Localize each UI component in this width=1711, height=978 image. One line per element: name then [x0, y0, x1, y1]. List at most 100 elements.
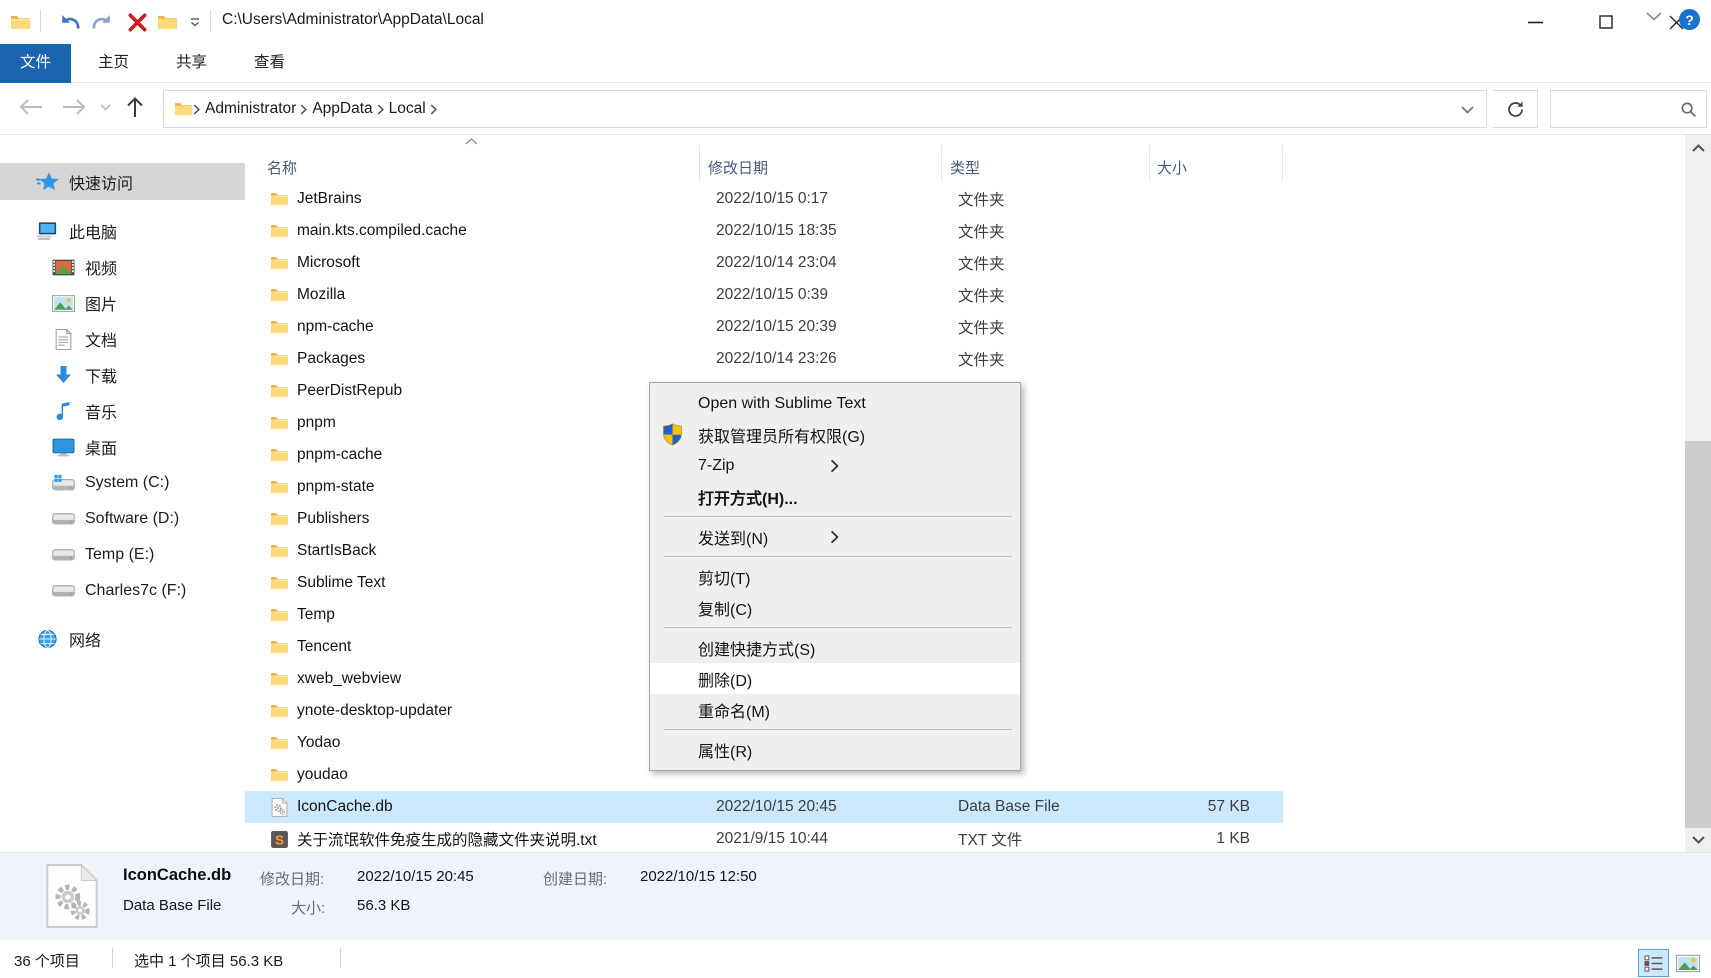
- file-name: youdao: [297, 766, 708, 784]
- sidebar-item-downloads[interactable]: 下载: [0, 357, 245, 393]
- menu-item-rename[interactable]: 重命名(M): [650, 694, 1020, 725]
- breadcrumb-item[interactable]: Local: [385, 100, 430, 118]
- menu-item-label: 剪切(T): [698, 565, 750, 589]
- details-view-button[interactable]: [1638, 949, 1669, 977]
- ribbon-collapse-chevron-icon[interactable]: [1646, 12, 1662, 21]
- column-header-type[interactable]: 类型: [942, 145, 1150, 181]
- details-size-value: 56.3 KB: [357, 897, 410, 914]
- forward-icon[interactable]: [62, 98, 87, 116]
- sidebar-item-drive-e[interactable]: Temp (E:): [0, 537, 245, 573]
- breadcrumb-item[interactable]: Administrator: [201, 100, 300, 118]
- tab-home[interactable]: 主页: [78, 44, 149, 83]
- toolbar-divider: [40, 10, 41, 32]
- sidebar-item-documents[interactable]: 文档: [0, 321, 245, 357]
- help-icon[interactable]: ?: [1679, 9, 1700, 30]
- title-bar: C:\Users\Administrator\AppData\Local: [0, 0, 1711, 44]
- details-view-icon: [1644, 955, 1664, 972]
- file-row[interactable]: main.kts.compiled.cache2022/10/15 18:35文…: [245, 215, 1283, 247]
- sidebar-item-label: 视频: [85, 255, 117, 279]
- recent-locations-chevron-icon[interactable]: [100, 104, 111, 111]
- menu-item-7-zip[interactable]: 7-Zip: [650, 450, 1020, 481]
- scroll-down-icon[interactable]: [1685, 827, 1711, 852]
- maximize-button[interactable]: [1582, 0, 1629, 44]
- file-row[interactable]: Packages2022/10/14 23:26文件夹: [245, 343, 1283, 375]
- up-icon[interactable]: [126, 96, 144, 118]
- sidebar-item-drive-c[interactable]: System (C:): [0, 465, 245, 501]
- sidebar-item-this-pc[interactable]: 此电脑: [0, 213, 245, 249]
- file-row[interactable]: npm-cache2022/10/15 20:39文件夹: [245, 311, 1283, 343]
- sidebar-item-label: 音乐: [85, 399, 117, 423]
- column-header-size[interactable]: 大小: [1150, 145, 1283, 181]
- folder-icon: [270, 511, 289, 527]
- videos-icon: [52, 259, 75, 276]
- file-type: 文件夹: [950, 252, 1158, 274]
- tab-share[interactable]: 共享: [156, 44, 227, 83]
- desktop-icon: [52, 438, 75, 457]
- menu-item-properties[interactable]: 属性(R): [650, 734, 1020, 765]
- sidebar-item-label: 文档: [85, 327, 117, 351]
- search-icon[interactable]: [1680, 101, 1697, 118]
- details-created-label: 创建日期:: [543, 868, 607, 889]
- menu-item-copy[interactable]: 复制(C): [650, 592, 1020, 623]
- redo-icon[interactable]: [88, 7, 116, 37]
- folder-icon: [270, 447, 289, 463]
- toolbar-divider: [210, 10, 211, 32]
- tab-view[interactable]: 查看: [234, 44, 305, 83]
- sidebar-item-pictures[interactable]: 图片: [0, 285, 245, 321]
- sidebar-item-videos[interactable]: 视频: [0, 249, 245, 285]
- this-pc-icon: [36, 221, 59, 242]
- file-row[interactable]: Mozilla2022/10/15 0:39文件夹: [245, 279, 1283, 311]
- file-row[interactable]: JetBrains2022/10/15 0:17文件夹: [245, 183, 1283, 215]
- folder-icon: [270, 543, 289, 559]
- folder-icon: [270, 319, 289, 335]
- tab-file[interactable]: 文件: [0, 44, 71, 83]
- delete-red-x-icon[interactable]: [122, 7, 152, 37]
- minimize-button[interactable]: [1512, 0, 1559, 44]
- menu-item-delete[interactable]: 删除(D): [650, 663, 1020, 694]
- menu-separator: [664, 556, 1012, 557]
- file-name: pnpm-state: [297, 478, 708, 496]
- file-row[interactable]: IconCache.db2022/10/15 20:45Data Base Fi…: [245, 791, 1283, 823]
- vertical-scrollbar[interactable]: [1685, 135, 1711, 852]
- address-folder-icon: [174, 101, 193, 117]
- address-bar[interactable]: Administrator AppData Local: [163, 90, 1487, 128]
- sidebar-item-quick-access[interactable]: 快速访问: [0, 163, 245, 200]
- column-header-name[interactable]: 名称: [245, 145, 700, 181]
- status-divider: [340, 948, 341, 968]
- scroll-up-icon[interactable]: [1685, 135, 1711, 160]
- music-icon: [52, 401, 75, 422]
- folder-icon: [270, 735, 289, 751]
- menu-item-create-shortcut[interactable]: 创建快捷方式(S): [650, 632, 1020, 663]
- qat-dropdown-icon[interactable]: [186, 7, 204, 37]
- sublime-file-icon: S: [270, 830, 289, 849]
- back-icon[interactable]: [18, 98, 43, 116]
- submenu-arrow-icon: [662, 530, 1006, 544]
- sidebar-item-label: 桌面: [85, 435, 117, 459]
- items-count: 36 个项目: [14, 950, 80, 971]
- refresh-icon: [1506, 100, 1525, 119]
- sidebar-item-music[interactable]: 音乐: [0, 393, 245, 429]
- menu-item-open-with[interactable]: 打开方式(H)...: [650, 481, 1020, 512]
- breadcrumb-item[interactable]: AppData: [308, 100, 376, 118]
- sidebar-item-desktop[interactable]: 桌面: [0, 429, 245, 465]
- explorer-window-icon: [10, 7, 31, 37]
- undo-icon[interactable]: [56, 7, 84, 37]
- search-box[interactable]: [1550, 90, 1707, 128]
- refresh-button[interactable]: [1493, 90, 1538, 128]
- column-header-date-modified[interactable]: 修改日期: [700, 145, 942, 181]
- menu-item-cut[interactable]: 剪切(T): [650, 561, 1020, 592]
- sidebar-item-drive-d[interactable]: Software (D:): [0, 501, 245, 537]
- search-input[interactable]: [1557, 95, 1672, 123]
- sidebar-item-network[interactable]: 网络: [0, 621, 245, 657]
- file-row[interactable]: S关于流氓软件免疫生成的隐藏文件夹说明.txt2021/9/15 10:44TX…: [245, 823, 1283, 855]
- scrollbar-thumb[interactable]: [1685, 441, 1711, 828]
- file-type: 文件夹: [950, 284, 1158, 306]
- address-history-chevron-icon[interactable]: [1461, 106, 1474, 114]
- sidebar-item-drive-f[interactable]: Charles7c (F:): [0, 573, 245, 609]
- thumbnail-view-button[interactable]: [1674, 950, 1702, 976]
- file-row[interactable]: Microsoft2022/10/14 23:04文件夹: [245, 247, 1283, 279]
- menu-item-open-with-sublime-text[interactable]: Open with Sublime Text: [650, 388, 1020, 419]
- menu-item-send-to[interactable]: 发送到(N): [650, 521, 1020, 552]
- folder-icon[interactable]: [157, 7, 178, 37]
- menu-item-take-admin-ownership[interactable]: 获取管理员所有权限(G): [650, 419, 1020, 450]
